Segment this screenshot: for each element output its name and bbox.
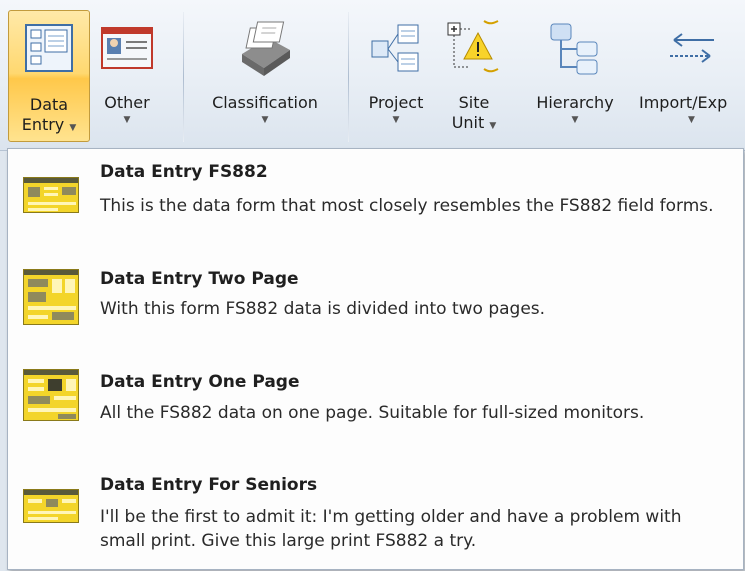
project-button[interactable]: Project ▼ [356,10,436,142]
import-export-label: Import/Exp [639,93,728,112]
chevron-down-icon: ▼ [261,115,269,125]
menu-item-title: Data Entry One Page [100,372,300,392]
site-unit-button[interactable]: Site Unit ▼ [438,10,510,142]
menu-item-data-entry-one-page[interactable]: Data Entry One Page All the FS882 data o… [8,364,743,460]
menu-item-description: With this form FS882 data is divided int… [100,299,546,319]
project-tree-icon [368,11,424,85]
card-file-icon [234,11,296,85]
menu-item-data-entry-for-seniors[interactable]: Data Entry For Seniors I'll be the first… [8,467,743,563]
contact-card-icon [99,11,155,85]
hierarchy-icon [547,11,603,85]
data-entry-button[interactable]: Data Entry ▼ [8,10,90,142]
project-label: Project [368,93,424,112]
menu-item-data-entry-two-page[interactable]: Data Entry Two Page With this form FS882… [8,261,743,357]
import-export-button[interactable]: Import/Exp ▼ [636,10,745,142]
hierarchy-button[interactable]: Hierarchy ▼ [520,10,630,142]
form-layout-icon [23,11,75,85]
data-entry-label: Data Entry ▼ [22,95,77,138]
chevron-down-icon: ▼ [489,121,497,131]
menu-item-title: Data Entry FS882 [100,162,268,182]
ribbon: Data Entry ▼ Other ▼ Classification ▼ Pr… [0,0,745,151]
data-entry-menu: Data Entry FS882 This is the data form t… [7,148,744,570]
site-unit-label: Site Unit ▼ [452,93,497,136]
form-thumbnail-icon [23,269,79,325]
other-button[interactable]: Other ▼ [92,10,162,142]
warning-link-icon [444,11,504,85]
hierarchy-label: Hierarchy [536,93,614,112]
form-thumbnail-icon [23,489,79,523]
ribbon-separator [348,12,349,142]
chevron-down-icon: ▼ [392,115,400,125]
form-thumbnail-icon [23,369,79,421]
menu-item-description: This is the data form that most closely … [100,196,714,216]
menu-item-data-entry-fs882[interactable]: Data Entry FS882 This is the data form t… [8,157,743,257]
classification-button[interactable]: Classification ▼ [192,10,338,142]
menu-item-description: I'll be the first to admit it: I'm getti… [100,507,682,551]
ribbon-separator [183,12,184,142]
chevron-down-icon: ▼ [69,123,77,133]
classification-label: Classification [212,93,318,112]
menu-item-title: Data Entry Two Page [100,269,299,289]
chevron-down-icon: ▼ [688,115,695,125]
other-label: Other [104,93,150,112]
menu-item-title: Data Entry For Seniors [100,475,318,495]
import-export-arrows-icon [637,11,744,85]
chevron-down-icon: ▼ [123,115,131,125]
form-thumbnail-icon [23,177,79,213]
chevron-down-icon: ▼ [571,115,579,125]
menu-item-description: All the FS882 data on one page. Suitable… [100,403,645,423]
